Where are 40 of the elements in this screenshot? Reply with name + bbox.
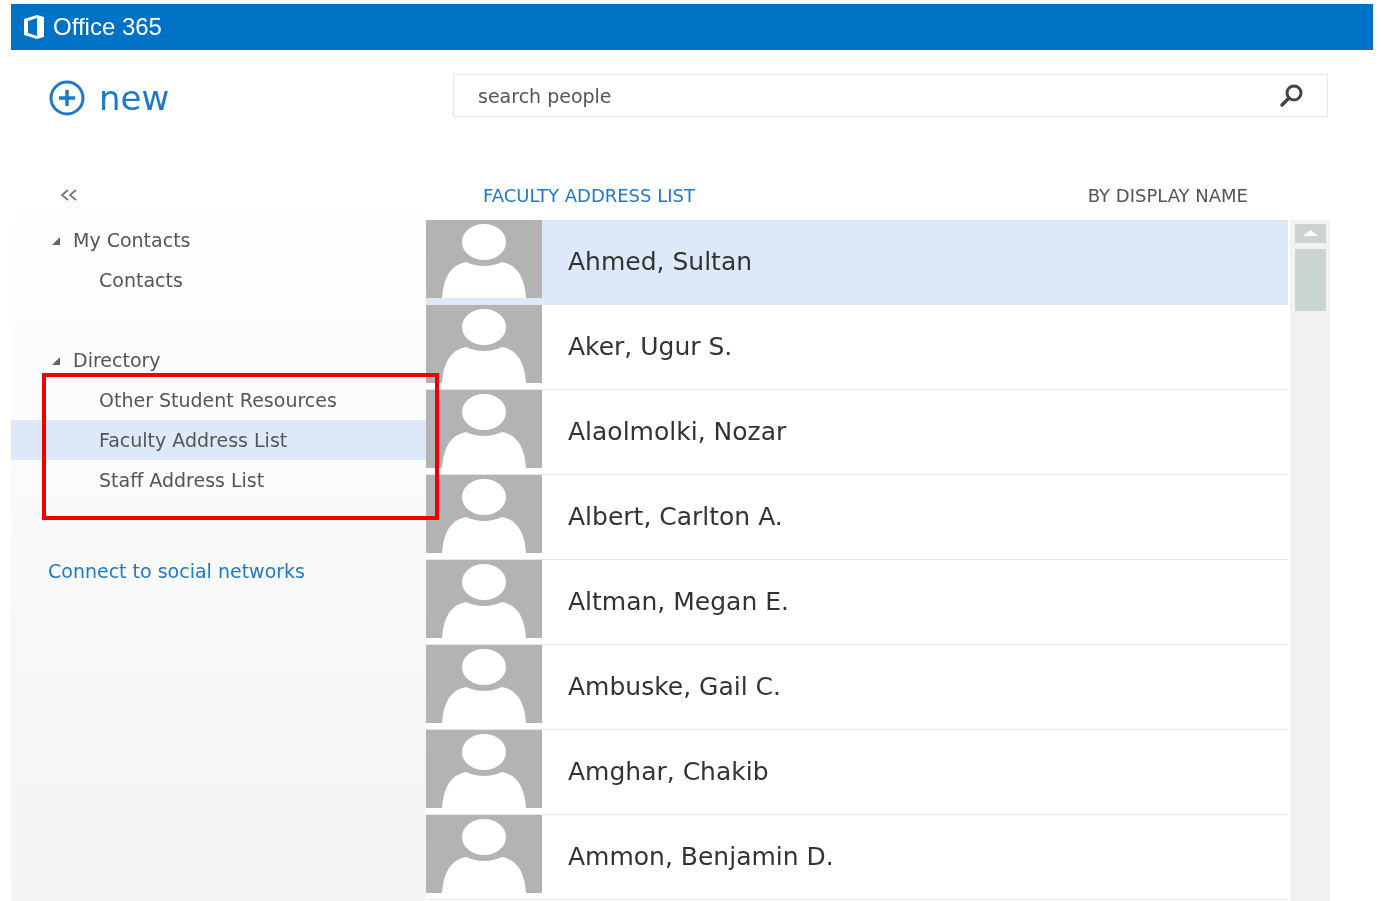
contact-name: Amghar, Chakib — [568, 756, 769, 788]
scroll-thumb[interactable] — [1294, 249, 1326, 311]
contact-row[interactable]: Ammon, Benjamin D. — [426, 815, 1288, 900]
contact-name: Aker, Ugur S. — [568, 331, 733, 363]
contact-row[interactable]: Amghar, Chakib — [426, 730, 1288, 815]
contact-name: Albert, Carlton A. — [568, 501, 783, 533]
contact-row[interactable]: Aker, Ugur S. — [426, 305, 1288, 390]
tree-group[interactable]: My Contacts — [11, 220, 426, 260]
list-title[interactable]: FACULTY ADDRESS LIST — [483, 184, 695, 206]
search-field[interactable]: search people — [453, 74, 1328, 117]
app-title: Office 365 — [53, 13, 162, 41]
social-networks-link[interactable]: Connect to social networks — [48, 560, 305, 582]
avatar-icon — [426, 815, 542, 893]
tree-group[interactable]: Directory — [11, 340, 426, 380]
avatar-icon — [426, 645, 542, 723]
contact-row[interactable]: Altman, Megan E. — [426, 560, 1288, 645]
avatar-icon — [426, 730, 542, 808]
new-button[interactable]: new — [43, 78, 423, 118]
contact-row[interactable]: Ahmed, Sultan — [426, 220, 1288, 305]
office-logo-icon — [21, 14, 47, 40]
avatar-icon — [426, 305, 542, 383]
contact-name: Alaolmolki, Nozar — [568, 416, 787, 448]
contact-row[interactable]: Ambuske, Gail C. — [426, 645, 1288, 730]
contact-name: Altman, Megan E. — [568, 586, 789, 618]
contact-name: Ammon, Benjamin D. — [568, 841, 834, 873]
contact-row[interactable]: Alaolmolki, Nozar — [426, 390, 1288, 475]
sort-label[interactable]: BY DISPLAY NAME — [1087, 184, 1248, 206]
avatar-icon — [426, 475, 542, 553]
contact-name: Ahmed, Sultan — [568, 246, 753, 278]
tree-item[interactable]: Staff Address List — [11, 460, 426, 500]
contact-row[interactable]: Albert, Carlton A. — [426, 475, 1288, 560]
tree-item[interactable]: Other Student Resources — [11, 380, 426, 420]
tree-item[interactable]: Faculty Address List — [11, 420, 426, 460]
scrollbar[interactable] — [1290, 220, 1330, 901]
scroll-up-icon[interactable] — [1294, 224, 1326, 243]
tree-item[interactable]: Contacts — [11, 260, 426, 300]
avatar-icon — [426, 220, 542, 298]
contact-name: Ambuske, Gail C. — [568, 671, 781, 703]
avatar-icon — [426, 390, 542, 468]
avatar-icon — [426, 560, 542, 638]
